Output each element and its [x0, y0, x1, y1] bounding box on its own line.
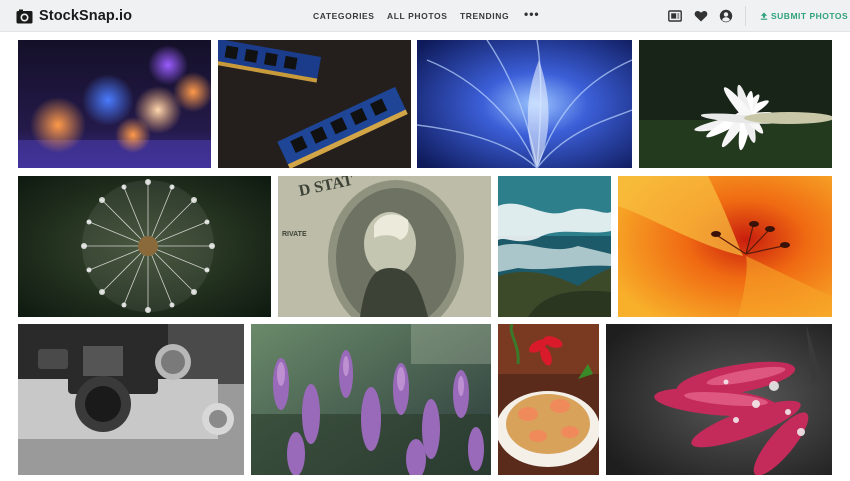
- photo-ocean-waves[interactable]: [498, 176, 611, 317]
- svg-text:RIVATE: RIVATE: [282, 231, 307, 238]
- nav-categories[interactable]: CATEGORIES: [313, 11, 375, 21]
- site-logo[interactable]: StockSnap.io: [16, 7, 132, 25]
- photo-vintage-camera[interactable]: [18, 324, 244, 475]
- submit-photos-button[interactable]: SUBMIT PHOTOS: [760, 11, 848, 21]
- photo-bokeh-lights[interactable]: [18, 40, 211, 168]
- photo-orange-lily[interactable]: [618, 176, 832, 317]
- photo-heather-flowers[interactable]: [251, 324, 491, 475]
- logo-text: StockSnap.io: [39, 8, 133, 24]
- photo-shrimp-noodles[interactable]: [498, 324, 599, 475]
- nav-trending[interactable]: TRENDING: [460, 11, 509, 21]
- upload-icon: [760, 12, 768, 20]
- site-header: StockSnap.io CATEGORIES ALL PHOTOS TREND…: [0, 0, 850, 32]
- more-menu-button[interactable]: •••: [524, 7, 540, 21]
- nav-all-photos[interactable]: ALL PHOTOS: [387, 11, 447, 21]
- photo-white-daisy[interactable]: [639, 40, 832, 168]
- photo-ram-modules[interactable]: [218, 40, 411, 168]
- photo-pink-dew-flower[interactable]: [606, 324, 832, 475]
- photo-dollar-bill[interactable]: D STAT RIVATE: [278, 176, 491, 317]
- photo-dandelion[interactable]: [18, 176, 271, 317]
- header-divider: [745, 6, 746, 26]
- camera-logo-icon: [16, 9, 33, 23]
- photo-blue-abstract[interactable]: [417, 40, 632, 168]
- submit-photos-label: SUBMIT PHOTOS: [771, 11, 849, 21]
- collection-icon[interactable]: [668, 9, 682, 23]
- heart-icon[interactable]: [694, 9, 708, 23]
- user-icon[interactable]: [719, 9, 733, 23]
